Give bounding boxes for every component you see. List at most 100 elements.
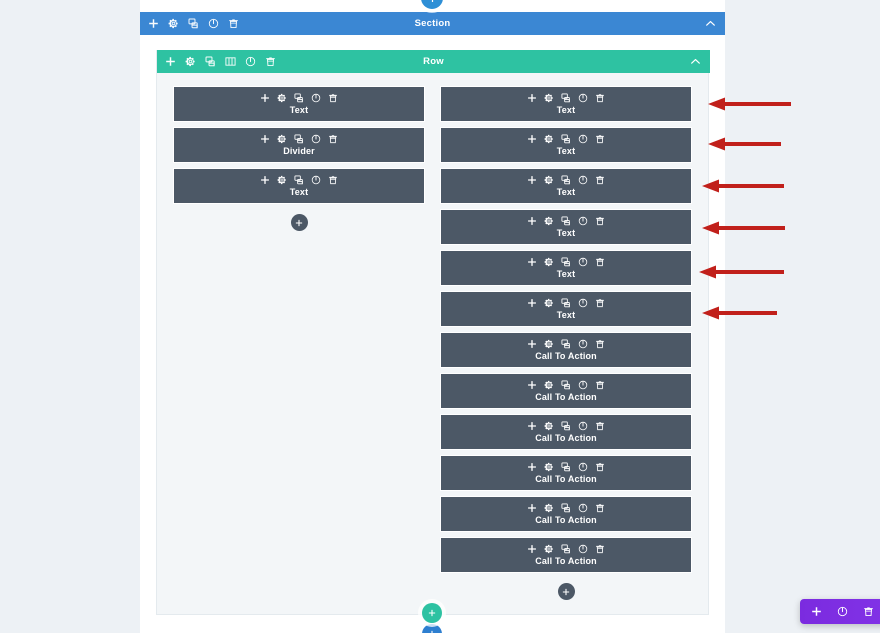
module-settings-icon[interactable] [544, 544, 554, 554]
module-add-icon[interactable] [527, 503, 537, 513]
section-add-icon[interactable] [148, 18, 159, 29]
module[interactable]: Text [440, 127, 692, 163]
section-duplicate-icon[interactable] [188, 18, 199, 29]
module[interactable]: Text [440, 250, 692, 286]
section-disable-icon[interactable] [208, 18, 219, 29]
module-disable-icon[interactable] [578, 298, 588, 308]
module-add-icon[interactable] [527, 421, 537, 431]
module[interactable]: Call To Action [440, 332, 692, 368]
module-disable-icon[interactable] [578, 216, 588, 226]
section-delete-icon[interactable] [228, 18, 239, 29]
module-settings-icon[interactable] [544, 134, 554, 144]
module-disable-icon[interactable] [578, 339, 588, 349]
module[interactable]: Call To Action [440, 373, 692, 409]
floating-action-toolbar[interactable] [800, 599, 880, 624]
module[interactable]: Text [440, 168, 692, 204]
module-duplicate-icon[interactable] [561, 134, 571, 144]
module[interactable]: Text [440, 209, 692, 245]
module-disable-icon[interactable] [578, 134, 588, 144]
module-settings-icon[interactable] [544, 298, 554, 308]
module-add-icon[interactable] [527, 462, 537, 472]
add-module-button[interactable] [557, 583, 575, 600]
module-delete-icon[interactable] [595, 339, 605, 349]
module-disable-icon[interactable] [578, 93, 588, 103]
row-add-icon[interactable] [165, 56, 176, 67]
row-header-bar[interactable]: Row [157, 50, 710, 73]
fab-delete-icon[interactable] [863, 606, 874, 617]
row-delete-icon[interactable] [265, 56, 276, 67]
module-settings-icon[interactable] [544, 462, 554, 472]
module-duplicate-icon[interactable] [561, 93, 571, 103]
module-disable-icon[interactable] [578, 503, 588, 513]
row-settings-icon[interactable] [185, 56, 196, 67]
module-settings-icon[interactable] [544, 339, 554, 349]
row-collapse-chevron-up-icon[interactable] [690, 50, 701, 73]
module-duplicate-icon[interactable] [561, 298, 571, 308]
module-delete-icon[interactable] [328, 134, 338, 144]
module-add-icon[interactable] [260, 93, 270, 103]
module-disable-icon[interactable] [311, 134, 321, 144]
row-column-structure-icon[interactable] [225, 56, 236, 67]
module-add-icon[interactable] [527, 134, 537, 144]
module-duplicate-icon[interactable] [561, 216, 571, 226]
module-delete-icon[interactable] [595, 134, 605, 144]
module-delete-icon[interactable] [595, 216, 605, 226]
module-add-icon[interactable] [527, 216, 537, 226]
module-settings-icon[interactable] [277, 175, 287, 185]
module-disable-icon[interactable] [311, 93, 321, 103]
row-disable-icon[interactable] [245, 56, 256, 67]
fab-disable-icon[interactable] [837, 606, 848, 617]
module-duplicate-icon[interactable] [561, 462, 571, 472]
module-disable-icon[interactable] [578, 421, 588, 431]
module-add-icon[interactable] [260, 175, 270, 185]
module-settings-icon[interactable] [544, 175, 554, 185]
module-settings-icon[interactable] [277, 93, 287, 103]
module-add-icon[interactable] [527, 175, 537, 185]
module-add-icon[interactable] [527, 93, 537, 103]
module-delete-icon[interactable] [595, 544, 605, 554]
section-collapse-chevron-up-icon[interactable] [705, 12, 716, 35]
module-duplicate-icon[interactable] [561, 339, 571, 349]
module[interactable]: Text [173, 168, 425, 204]
module-disable-icon[interactable] [578, 175, 588, 185]
module-duplicate-icon[interactable] [561, 380, 571, 390]
module[interactable]: Call To Action [440, 455, 692, 491]
add-row-button[interactable] [422, 603, 442, 623]
module-settings-icon[interactable] [544, 93, 554, 103]
module-disable-icon[interactable] [311, 175, 321, 185]
module[interactable]: Text [440, 291, 692, 327]
module-delete-icon[interactable] [595, 93, 605, 103]
module-disable-icon[interactable] [578, 462, 588, 472]
module-add-icon[interactable] [527, 339, 537, 349]
module-add-icon[interactable] [527, 544, 537, 554]
module[interactable]: Text [440, 86, 692, 122]
module-duplicate-icon[interactable] [294, 175, 304, 185]
module-duplicate-icon[interactable] [294, 134, 304, 144]
module-delete-icon[interactable] [595, 421, 605, 431]
module[interactable]: Divider [173, 127, 425, 163]
module-delete-icon[interactable] [595, 257, 605, 267]
add-module-button[interactable] [290, 214, 308, 231]
module[interactable]: Call To Action [440, 414, 692, 450]
fab-add-icon[interactable] [811, 606, 822, 617]
module-duplicate-icon[interactable] [561, 175, 571, 185]
module-settings-icon[interactable] [544, 503, 554, 513]
module-settings-icon[interactable] [544, 421, 554, 431]
module-disable-icon[interactable] [578, 257, 588, 267]
module-settings-icon[interactable] [544, 257, 554, 267]
module-add-icon[interactable] [527, 257, 537, 267]
module-delete-icon[interactable] [328, 93, 338, 103]
row-duplicate-icon[interactable] [205, 56, 216, 67]
module-duplicate-icon[interactable] [561, 503, 571, 513]
module-add-icon[interactable] [527, 380, 537, 390]
section-settings-icon[interactable] [168, 18, 179, 29]
module-delete-icon[interactable] [595, 462, 605, 472]
module-duplicate-icon[interactable] [561, 421, 571, 431]
module-settings-icon[interactable] [544, 380, 554, 390]
module[interactable]: Call To Action [440, 537, 692, 573]
module-add-icon[interactable] [260, 134, 270, 144]
module-add-icon[interactable] [527, 298, 537, 308]
module-delete-icon[interactable] [595, 503, 605, 513]
module-settings-icon[interactable] [544, 216, 554, 226]
module-disable-icon[interactable] [578, 544, 588, 554]
